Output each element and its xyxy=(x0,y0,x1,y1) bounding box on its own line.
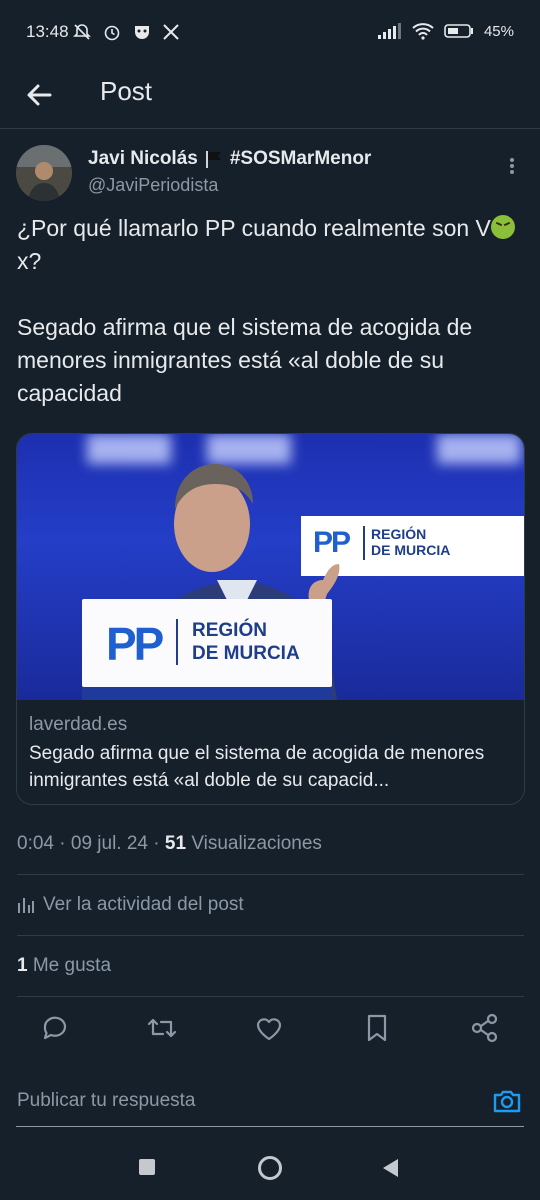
wifi-icon xyxy=(412,23,434,40)
status-notification-icons xyxy=(72,22,180,42)
recent-apps-button[interactable] xyxy=(139,1159,155,1175)
activity-label: Ver la actividad del post xyxy=(43,894,244,915)
battery-icon xyxy=(444,24,473,38)
card-title: Segado afirma que el sistema de acogida … xyxy=(29,743,485,791)
like-heart-icon[interactable] xyxy=(251,1010,287,1046)
author-handle[interactable]: @JaviPeriodista xyxy=(88,175,218,196)
author-name: Javi Nicolás xyxy=(88,148,198,169)
signal-icon xyxy=(377,23,401,39)
alarm-icon xyxy=(104,25,120,41)
status-bar: 13:48 45% xyxy=(0,0,540,64)
vomiting-face-emoji-icon xyxy=(490,215,515,239)
back-arrow-icon[interactable] xyxy=(22,78,56,112)
battery-percent: 45% xyxy=(483,22,514,40)
bell-off-icon xyxy=(73,24,91,40)
x-logo-icon xyxy=(163,24,179,40)
region-logo: REGIÓN DE MURCIA xyxy=(192,619,300,665)
camera-icon[interactable] xyxy=(492,1086,522,1116)
post-time: 0:04 xyxy=(17,833,54,854)
card-domain: laverdad.es xyxy=(29,714,128,735)
divider xyxy=(17,935,524,936)
system-nav-bar xyxy=(0,1140,540,1200)
repost-icon[interactable] xyxy=(144,1010,180,1046)
region-text: DE MURCIA xyxy=(371,542,451,558)
tweet-text-part: ¿Por qué llamarlo PP cuando realmente so… xyxy=(17,215,491,241)
post-meta: 0:04 · 09 jul. 24 · 51 Visualizaciones xyxy=(17,833,322,854)
share-icon[interactable] xyxy=(467,1010,503,1046)
post-date: 09 jul. 24 xyxy=(70,833,148,854)
status-time: 13:48 xyxy=(26,22,69,41)
black-flag-icon xyxy=(205,151,221,168)
author-tag: #SOSMarMenor xyxy=(229,148,372,169)
reply-icon[interactable] xyxy=(37,1010,73,1046)
views-count: 51 xyxy=(164,833,187,854)
home-button[interactable] xyxy=(258,1156,282,1180)
region-logo-small: REGIÓN DE MURCIA xyxy=(371,526,450,558)
reply-input[interactable]: Publicar tu respuesta xyxy=(17,1090,196,1112)
tweet-paragraph-2: Segado afirma que el sistema de acogida … xyxy=(17,314,473,406)
avatar-image xyxy=(16,145,72,201)
status-system-icons: 45% xyxy=(377,22,514,40)
more-options-icon[interactable] xyxy=(506,156,518,178)
divider xyxy=(17,996,524,997)
top-header: Post xyxy=(0,64,540,129)
tweet-text-part: x? xyxy=(17,248,42,274)
region-text: REGIÓN xyxy=(371,526,427,542)
link-preview-card[interactable]: PP REGIÓN DE MURCIA PP REGIÓN DE MURCIA la… xyxy=(16,433,525,805)
tweet-text: ¿Por qué llamarlo PP cuando realmente so… xyxy=(17,212,527,410)
back-nav-button[interactable] xyxy=(380,1157,402,1179)
likes-label: Me gusta xyxy=(32,955,112,976)
page-title: Post xyxy=(100,76,153,106)
bookmark-icon[interactable] xyxy=(359,1010,395,1046)
region-text: REGIÓN xyxy=(192,620,267,641)
divider xyxy=(17,874,524,875)
views-label: Visualizaciones xyxy=(191,833,322,854)
pp-logo: PP xyxy=(106,618,164,670)
likes-count: 1 xyxy=(17,955,28,976)
region-text: DE MURCIA xyxy=(192,643,300,664)
tweet-line-1: ¿Por qué llamarlo PP cuando realmente so… xyxy=(17,212,527,278)
author-name-row[interactable]: Javi Nicolás #SOSMarMenor xyxy=(88,148,371,170)
avatar[interactable] xyxy=(16,145,72,201)
action-bar xyxy=(0,1010,540,1050)
post-activity-link[interactable]: Ver la actividad del post xyxy=(17,894,244,916)
reply-input-area[interactable]: Publicar tu respuesta xyxy=(16,1084,524,1127)
card-image: PP REGIÓN DE MURCIA PP REGIÓN DE MURCIA xyxy=(17,434,524,700)
analytics-icon xyxy=(18,898,34,913)
incognito-icon xyxy=(135,26,149,39)
likes-summary[interactable]: 1 Me gusta xyxy=(17,955,111,977)
podium: PP REGIÓN DE MURCIA xyxy=(82,599,332,687)
